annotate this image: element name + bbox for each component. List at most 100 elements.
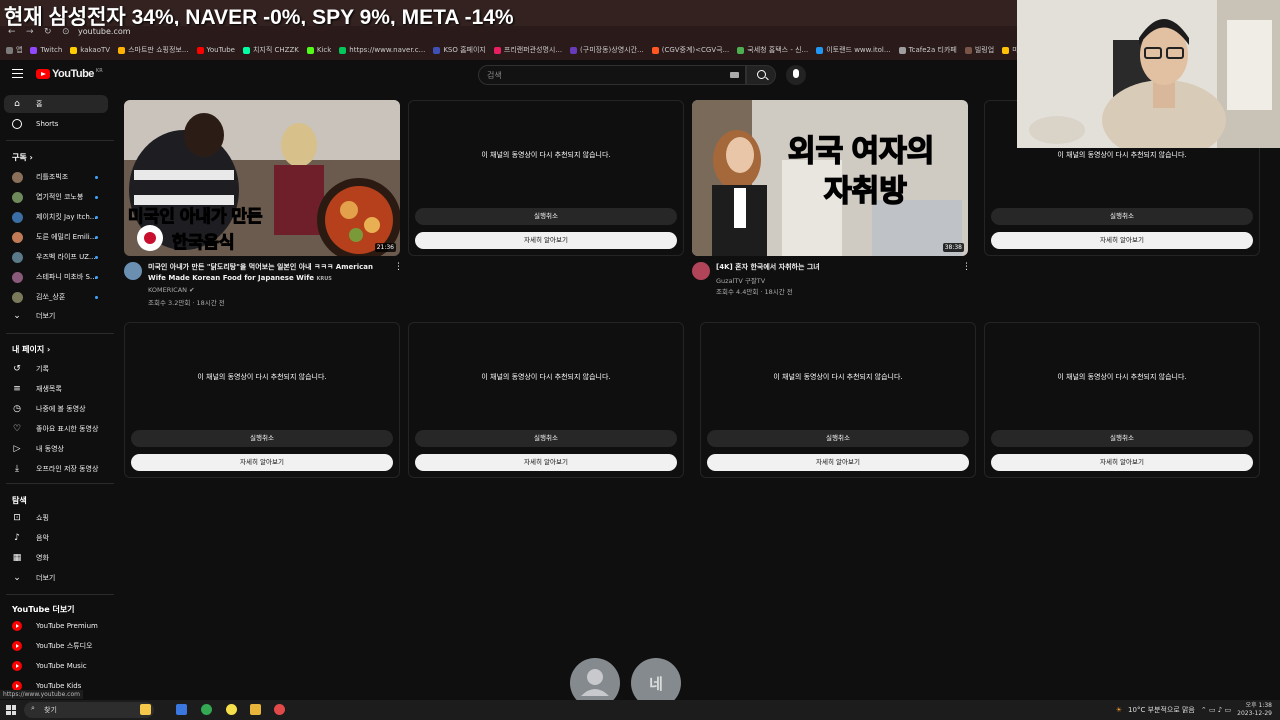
sidebar-item-youtube-more[interactable]: YouTube Music: [4, 657, 108, 675]
sidebar-item-shorts[interactable]: Shorts: [4, 115, 108, 133]
sidebar-item-explore[interactable]: ⌄ 더보기: [4, 569, 108, 587]
bookmark-item[interactable]: (CGV중계)<CGV극...: [651, 45, 729, 55]
video-title[interactable]: 미국인 아내가 만든 "닭도리탕"을 먹어보는 일본인 아내 ㅋㅋㅋ Ameri…: [148, 262, 392, 285]
bookmark-icon: [737, 46, 745, 54]
sidebar-item-explore[interactable]: ▦ 영화: [4, 549, 108, 567]
sidebar-item-label: YouTube Music: [36, 662, 87, 670]
sidebar-item-mypage[interactable]: ♡ 좋아요 표시한 동영상: [4, 420, 108, 438]
bookmark-icon: [651, 46, 659, 54]
site-info-icon[interactable]: ⊙: [62, 27, 70, 37]
status-bar-url: https://www.youtube.com: [0, 690, 83, 699]
sidebar-item-explore[interactable]: ⊡ 쇼핑: [4, 509, 108, 527]
sidebar-item-home[interactable]: ⌂ 홈: [4, 95, 108, 113]
sidebar-item-mypage[interactable]: ≡ 재생목록: [4, 380, 108, 398]
sidebar-item-subscription[interactable]: 도른 에밀리 Emili...: [4, 228, 108, 246]
video-thumbnail[interactable]: 외국 여자의 자취방 38:38: [692, 100, 968, 256]
channel-avatar[interactable]: [692, 262, 710, 280]
video-title[interactable]: [4K] 혼자 한국에서 자취하는 그녀: [716, 262, 960, 273]
stock-ticker-overlay: 현재 삼성전자 34%, NAVER -0%, SPY 9%, META -14…: [0, 0, 1017, 29]
bookmark-label: Tcafe2a 티카페: [908, 46, 957, 54]
sidebar-item-subscription[interactable]: 제이치킷 Jay Itch...: [4, 208, 108, 226]
bookmark-item[interactable]: (구미장동)상영시간...: [570, 45, 644, 55]
bookmark-item[interactable]: 앱: [6, 45, 22, 55]
sidebar-item-subscription[interactable]: 리틀조빅조: [4, 168, 108, 186]
sidebar-item-mypage[interactable]: ◷ 나중에 볼 동영상: [4, 400, 108, 418]
sidebar-item-mypage[interactable]: ▷ 내 동영상: [4, 440, 108, 458]
removed-video-card: 이 채널의 동영상이 다시 추천되지 않습니다. 실행취소 자세히 알아보기: [408, 322, 684, 478]
video-thumbnail[interactable]: 미국인 아내가 만든 한국음식 21:36: [124, 100, 400, 256]
video-meta: 조회수 3.2만회 · 18시간 전: [148, 299, 225, 307]
undo-button[interactable]: 실행취소: [415, 430, 677, 447]
sidebar-item-subscription[interactable]: 엽기적인 코노봉: [4, 188, 108, 206]
clock[interactable]: 오후 1:38 2023-12-29: [1237, 702, 1272, 718]
back-icon[interactable]: ←: [8, 27, 16, 37]
search-button[interactable]: [746, 65, 776, 85]
hamburger-menu-icon[interactable]: [12, 69, 23, 78]
learn-more-button[interactable]: 자세히 알아보기: [991, 232, 1253, 249]
channel-name[interactable]: KOMERICAN ✔: [148, 286, 195, 294]
confirm-label: 네: [649, 674, 663, 693]
folder-icon[interactable]: [250, 704, 261, 715]
bookmark-item[interactable]: Twitch: [30, 46, 62, 54]
search-input[interactable]: 검색: [478, 65, 746, 85]
undo-button[interactable]: 실행취소: [131, 430, 393, 447]
start-icon[interactable]: [6, 705, 16, 715]
undo-button[interactable]: 실행취소: [707, 430, 969, 447]
bookmark-item[interactable]: https://www.naver.c...: [339, 46, 425, 54]
sidebar-item-mypage[interactable]: ↺ 기록: [4, 360, 108, 378]
channel-name[interactable]: GuzalTV 구잘TV: [716, 275, 765, 285]
channel-avatar[interactable]: [124, 262, 142, 280]
undo-button[interactable]: 실행취소: [991, 430, 1253, 447]
sidebar-item-subscription[interactable]: 김쏘_상훈: [4, 288, 108, 306]
weather-text[interactable]: 10°C 부분적으로 맑음: [1128, 705, 1195, 715]
bookmark-item[interactable]: 치지직 CHZZK: [242, 45, 299, 55]
channel-avatar: [12, 251, 23, 263]
more-options-icon[interactable]: ⋮: [962, 262, 971, 272]
sidebar-item-youtube-more[interactable]: YouTube 스튜디오: [4, 637, 108, 655]
sidebar-item-subscription[interactable]: 스테파니 미초바 S...: [4, 268, 108, 286]
youtube-logo[interactable]: YouTube KR: [36, 68, 103, 80]
learn-more-button[interactable]: 자세히 알아보기: [707, 454, 969, 471]
sidebar-item-explore[interactable]: ♪ 음악: [4, 529, 108, 547]
bookmark-item[interactable]: 스마트판 쇼핑정보...: [118, 45, 189, 55]
bookmark-item[interactable]: KSO 홈페이지: [433, 45, 486, 55]
subscriptions-heading[interactable]: 구독 ›: [12, 152, 33, 163]
sidebar-item-mypage[interactable]: ⤓ 오프라인 저장 동영상: [4, 460, 108, 478]
obs-icon[interactable]: [274, 704, 285, 715]
voice-search-icon[interactable]: [786, 65, 806, 85]
bookmark-item[interactable]: Tcafe2a 티카페: [898, 45, 957, 55]
learn-more-button[interactable]: 자세히 알아보기: [415, 454, 677, 471]
bookmark-item[interactable]: 프리랜퍼관성명시...: [493, 45, 562, 55]
chrome-icon[interactable]: [201, 704, 212, 715]
sidebar-item-subscription[interactable]: 우즈벡 라이프 UZ...: [4, 248, 108, 266]
bookmark-item[interactable]: 이토랜드 www.itol...: [816, 45, 891, 55]
bookmark-label: 치지직 CHZZK: [252, 46, 299, 54]
reload-icon[interactable]: ↻: [44, 27, 52, 37]
bookmark-item[interactable]: YouTube: [196, 46, 235, 54]
bookmark-item[interactable]: 마니토거 - 회원인...: [1002, 45, 1017, 55]
learn-more-button[interactable]: 자세히 알아보기: [131, 454, 393, 471]
forward-icon[interactable]: →: [26, 27, 34, 37]
channel-avatar: [12, 171, 23, 183]
channel-avatar: [12, 231, 23, 243]
bookmark-item[interactable]: Kick: [306, 46, 332, 54]
url-field[interactable]: youtube.com: [78, 27, 131, 36]
copilot-icon[interactable]: [140, 704, 151, 715]
keyboard-icon[interactable]: [730, 72, 739, 78]
undo-button[interactable]: 실행취소: [991, 208, 1253, 225]
bookmark-item[interactable]: kakaoTV: [70, 46, 110, 54]
more-options-icon[interactable]: ⋮: [394, 262, 403, 272]
learn-more-button[interactable]: 자세히 알아보기: [991, 454, 1253, 471]
app-icon[interactable]: [226, 704, 237, 715]
learn-more-button[interactable]: 자세히 알아보기: [415, 232, 677, 249]
sidebar-item-subs-more[interactable]: ⌄ 더보기: [4, 307, 108, 325]
tray-icons[interactable]: ⌃ ▭ ♪ ▭: [1201, 706, 1231, 714]
my-page-heading[interactable]: 내 페이지 ›: [12, 344, 50, 355]
bookmark-label: Kick: [316, 46, 332, 54]
bookmark-item[interactable]: 국세청 홈택스 - 신...: [737, 45, 808, 55]
sidebar-item-youtube-more[interactable]: YouTube Premium: [4, 617, 108, 635]
app-icon[interactable]: [176, 704, 187, 715]
taskbar-search[interactable]: ⌕ 찾기: [24, 702, 154, 718]
bookmark-item[interactable]: 빌링업: [964, 45, 994, 55]
undo-button[interactable]: 실행취소: [415, 208, 677, 225]
